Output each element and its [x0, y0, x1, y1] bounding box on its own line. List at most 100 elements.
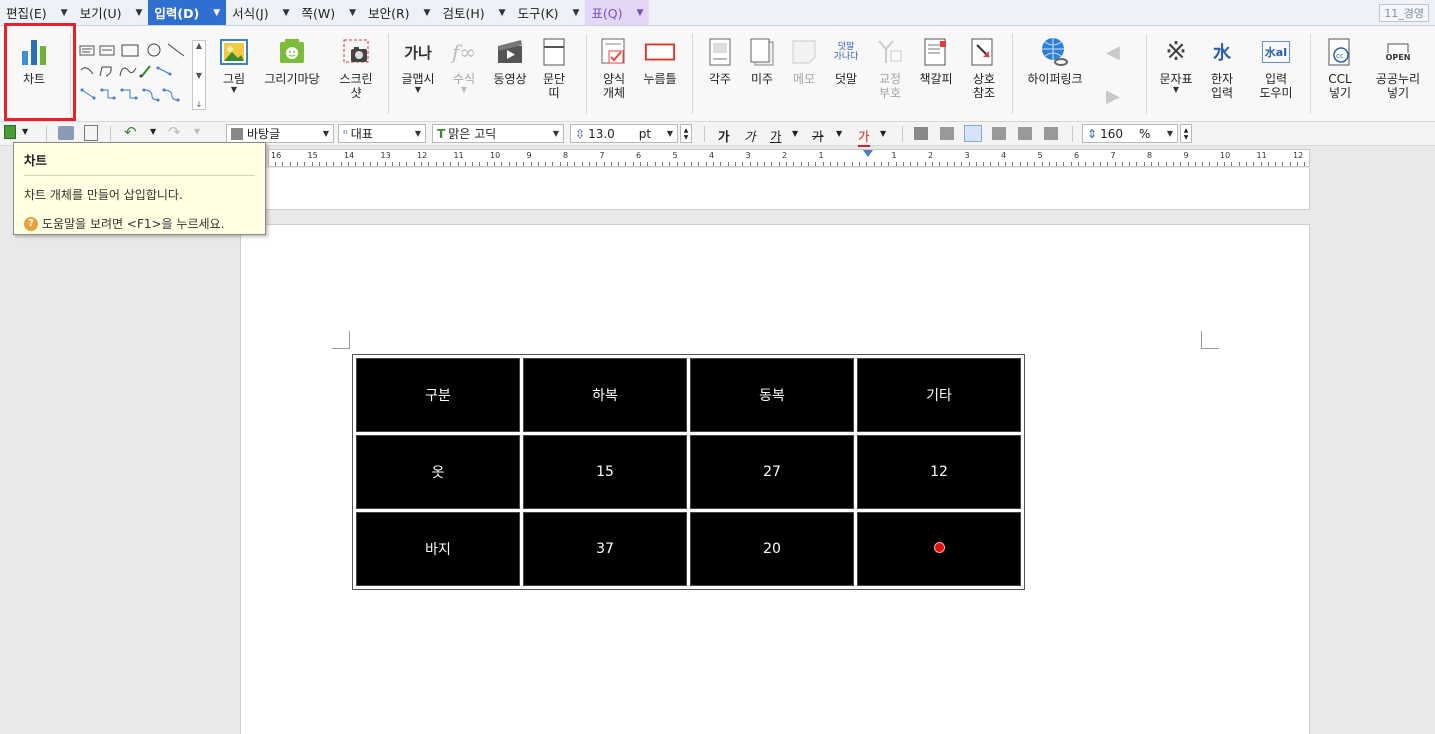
menu-input[interactable]: 입력(D) ▼	[148, 0, 227, 25]
ruler-tick	[727, 162, 729, 166]
menu-edit[interactable]: 편집(E) ▼	[0, 0, 74, 25]
chevron-down-icon: ▼	[636, 7, 644, 18]
paragraph-frame-button[interactable]: 문단 띠	[528, 30, 580, 116]
navigation-arrows: ◀ ▶	[1102, 40, 1132, 110]
table-cell-cursor[interactable]	[857, 512, 1021, 586]
cross-reference-button[interactable]: 상호 참조	[958, 30, 1010, 116]
document-style-box[interactable]: 11_경영	[1379, 3, 1429, 22]
align-center-icon[interactable]	[964, 125, 982, 142]
ccl-insert-button[interactable]: cc CCL 넣기	[1314, 30, 1366, 116]
shapes-gallery[interactable]	[78, 40, 190, 110]
ruler-tick	[683, 162, 685, 166]
menu-tools[interactable]: 도구(K) ▼	[512, 0, 586, 25]
line-spacing-spinner[interactable]: ▲ ▼	[1180, 124, 1192, 143]
font-select[interactable]: T 맑은 고딕 ▼	[432, 124, 564, 143]
scroll-up-icon[interactable]: ▲	[196, 41, 202, 50]
redo-icon[interactable]: ↷	[168, 123, 181, 141]
formula-button[interactable]: f∞ 수식 ▼	[438, 30, 490, 116]
separator	[1310, 34, 1311, 114]
table-cell[interactable]: 15	[523, 435, 687, 509]
ruler-tick	[479, 162, 481, 166]
input-helper-button[interactable]: 水aI 입력 도우미	[1250, 30, 1302, 116]
table-cell[interactable]: 하복	[523, 358, 687, 432]
menu-review[interactable]: 검토(H) ▼	[436, 0, 511, 25]
ruler-tick	[296, 162, 298, 166]
data-table[interactable]: 구분 하복 동복 기타 옷 15 27 12 바지 37 20	[352, 354, 1025, 590]
bold-button[interactable]: 가	[718, 126, 730, 145]
underline-button[interactable]: 가	[770, 126, 782, 145]
table-header-row: 구분 하복 동복 기타	[356, 358, 1021, 432]
table-cell[interactable]: 동복	[690, 358, 854, 432]
save-icon[interactable]	[4, 125, 16, 139]
table-cell[interactable]: 27	[690, 435, 854, 509]
screenshot-button[interactable]: 스크린 샷	[330, 30, 382, 116]
chevron-down-icon[interactable]: ▼	[792, 129, 798, 138]
shapes-gallery-scroll[interactable]: ▲ ▼ ↓	[192, 40, 206, 110]
menu-security[interactable]: 보안(R) ▼	[362, 0, 436, 25]
distribute-icon[interactable]	[1018, 127, 1032, 140]
undo-icon[interactable]: ↶	[124, 123, 137, 141]
font-size-select[interactable]: ⇳ 13.0 pt ▼	[570, 124, 678, 143]
picture-label: 그림	[222, 72, 246, 86]
tooltip-description: 차트 개체를 만들어 삽입합니다.	[24, 188, 183, 202]
scroll-down-icon[interactable]: ▼	[196, 71, 202, 80]
back-arrow-icon[interactable]: ◀	[1106, 42, 1120, 63]
align-left-icon[interactable]	[940, 127, 954, 140]
picture-button[interactable]: 그림 ▼	[208, 30, 260, 116]
bookmark-button[interactable]: 책갈피	[910, 30, 962, 116]
table-cell[interactable]: 옷	[356, 435, 520, 509]
chevron-down-icon: ▼	[322, 129, 329, 138]
style-select[interactable]: 바탕글 ▼	[226, 124, 334, 143]
camera-icon	[340, 36, 372, 68]
table-cell[interactable]: 37	[523, 512, 687, 586]
table-cell[interactable]: 20	[690, 512, 854, 586]
forward-arrow-icon[interactable]: ▶	[1106, 86, 1120, 107]
divide-icon[interactable]	[1044, 127, 1058, 140]
table-cell[interactable]: 바지	[356, 512, 520, 586]
table-cell[interactable]: 구분	[356, 358, 520, 432]
chevron-down-icon[interactable]: ▼	[194, 127, 200, 136]
print-icon[interactable]	[58, 126, 74, 140]
line-spacing-select[interactable]: ⇕ 160% ▼	[1082, 124, 1178, 143]
expand-gallery-icon[interactable]: ↓	[196, 100, 203, 109]
ruler-tick	[581, 162, 583, 166]
form-object-button[interactable]: 양식 개체	[588, 30, 640, 116]
ruler-tick	[902, 162, 904, 166]
push-button-field-button[interactable]: 누름틀	[634, 30, 686, 116]
menu-table[interactable]: 표(Q) ▼	[585, 0, 650, 25]
menu-view[interactable]: 보기(U) ▼	[74, 0, 149, 25]
ruler-tick	[406, 162, 408, 166]
ruler-tick	[661, 162, 663, 166]
horizontal-ruler[interactable]: 16 15 14 13 12 11 10 9 8 7 6 5 4 3 2 1 1 2 3 4 5 6 7 8 9 10 11 12	[268, 149, 1310, 167]
hanja-input-button[interactable]: 水 한자 입력	[1196, 30, 1248, 116]
chevron-down-icon[interactable]: ▼	[880, 129, 886, 138]
menu-format[interactable]: 서식(J) ▼	[226, 0, 295, 25]
proofread-mark-button[interactable]: 교정 부호	[864, 30, 916, 116]
chevron-down-icon[interactable]: ▼	[836, 129, 842, 138]
indent-marker-icon[interactable]	[863, 150, 873, 157]
ruler-tick	[318, 162, 320, 166]
public-nuri-button[interactable]: OPEN 공공누리 넣기	[1366, 30, 1430, 116]
drawing-maru-button[interactable]: 그리기마당	[262, 30, 322, 116]
ruler-tick	[1107, 162, 1109, 166]
preview-icon[interactable]	[84, 125, 98, 141]
chevron-down-icon[interactable]: ▼	[22, 127, 28, 136]
glyph-art-button[interactable]: 가나 글맵시 ▼	[392, 30, 444, 116]
menu-page[interactable]: 쪽(W) ▼	[296, 0, 363, 25]
table-cell[interactable]: 기타	[857, 358, 1021, 432]
table-cell[interactable]: 12	[857, 435, 1021, 509]
hyperlink-button[interactable]: 하이퍼링크	[1020, 30, 1090, 116]
text-color-button[interactable]: 가	[858, 126, 870, 147]
ruler-tick	[289, 162, 291, 166]
italic-button[interactable]: 가	[744, 126, 756, 145]
strikethrough-button[interactable]: 가	[812, 126, 824, 145]
font-size-spinner[interactable]: ▲ ▼	[680, 124, 692, 143]
align-justify-icon[interactable]	[914, 127, 928, 140]
chevron-down-icon[interactable]: ▼	[150, 127, 156, 136]
font-language-select[interactable]: ⁿ 대표 ▼	[338, 124, 426, 143]
symbol-table-button[interactable]: ※ 문자표 ▼	[1150, 30, 1202, 116]
align-right-icon[interactable]	[992, 127, 1006, 140]
endnote-icon	[746, 36, 778, 68]
ruler-tick	[472, 162, 474, 166]
separator	[46, 126, 47, 142]
